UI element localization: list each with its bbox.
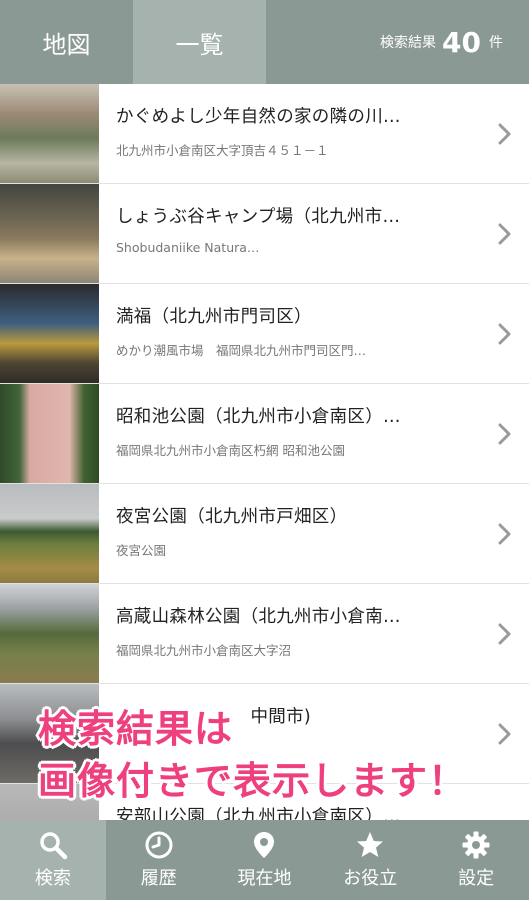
result-count-unit: 件 (489, 35, 503, 51)
item-subtitle: 福岡県北九州市小倉南区朽網 昭和池公園 (116, 443, 345, 458)
item-subtitle: 夜宮公園 (116, 543, 167, 558)
item-title: しょうぶ谷キャンプ場（北九州市… (116, 207, 401, 227)
star-icon (357, 832, 384, 857)
item-subtitle: めかり潮風市場 福岡県北九州市門司区門… (116, 343, 367, 358)
nav-search-label: 検索 (34, 868, 71, 889)
item-title: かぐめよし少年自然の家の隣の川… (116, 107, 401, 127)
chevron-right-icon (481, 84, 529, 183)
nav-current-location[interactable]: 現在地 (212, 820, 318, 900)
thumbnail-toilet-building-photo (0, 384, 99, 483)
result-count-label: 検索結果 (380, 35, 437, 51)
gear-icon (462, 831, 490, 859)
item-title: 満福（北九州市門司区） (116, 307, 312, 327)
thumbnail-shrine-gate-photo (0, 684, 99, 783)
result-count: 検索結果 40 件 (266, 0, 529, 84)
search-icon (40, 832, 68, 860)
item-title: 昭和池公園（北九州市小倉南区）… (116, 407, 401, 427)
list-item[interactable]: 昭和池公園（北九州市小倉南区）… 福岡県北九州市小倉南区朽網 昭和池公園 (0, 384, 529, 484)
chevron-right-icon (481, 684, 529, 783)
chevron-right-icon (481, 484, 529, 583)
chevron-right-icon (481, 584, 529, 683)
thumbnail-park-photo (0, 784, 99, 820)
nav-settings-label: 設定 (458, 868, 495, 889)
nav-settings[interactable]: 設定 (423, 820, 529, 900)
nav-history[interactable]: 履歴 (106, 820, 212, 900)
thumbnail-river-photo (0, 84, 99, 183)
list-item[interactable]: 中間市) (0, 684, 529, 784)
nav-useful-label: お役立 (343, 868, 398, 889)
item-title: 夜宮公園（北九州市戸畑区） (116, 507, 348, 527)
item-subtitle: 福岡県北九州市小倉南区大字沼 (116, 643, 292, 658)
header-bar: 地図 一覧 検索結果 40 件 (0, 0, 529, 84)
list-item[interactable]: かぐめよし少年自然の家の隣の川… 北九州市小倉南区大字頂吉４５１－１ (0, 84, 529, 184)
thumbnail-forest-park-photo (0, 584, 99, 683)
results-list: かぐめよし少年自然の家の隣の川… 北九州市小倉南区大字頂吉４５１－１ しょうぶ谷… (0, 84, 529, 820)
list-item[interactable]: しょうぶ谷キャンプ場（北九州市… Shobudaniike Natura… (0, 184, 529, 284)
item-title: 高蔵山森林公園（北九州市小倉南… (116, 607, 401, 627)
item-subtitle (116, 740, 481, 758)
nav-search[interactable]: 検索 (0, 820, 106, 900)
list-item[interactable]: 高蔵山森林公園（北九州市小倉南… 福岡県北九州市小倉南区大字沼 (0, 584, 529, 684)
list-item[interactable]: 安部山公園（北九州市小倉南区）… (0, 784, 529, 820)
nav-current-location-label: 現在地 (237, 868, 292, 889)
thumbnail-market-photo (0, 284, 99, 383)
nav-useful[interactable]: お役立 (317, 820, 423, 900)
tab-list[interactable]: 一覧 (133, 0, 266, 84)
item-title: 中間市) (250, 707, 311, 727)
thumbnail-campsite-photo (0, 184, 99, 283)
result-count-number: 40 (442, 25, 481, 59)
thumbnail-park-field-photo (0, 484, 99, 583)
chevron-right-icon (481, 284, 529, 383)
chevron-right-icon (481, 784, 529, 820)
tab-map[interactable]: 地図 (0, 0, 133, 84)
chevron-right-icon (481, 384, 529, 483)
item-title: 安部山公園（北九州市小倉南区）… (116, 807, 401, 820)
clock-icon (145, 831, 173, 859)
list-item[interactable]: 満福（北九州市門司区） めかり潮風市場 福岡県北九州市門司区門… (0, 284, 529, 384)
nav-history-label: 履歴 (140, 868, 177, 889)
list-item[interactable]: 夜宮公園（北九州市戸畑区） 夜宮公園 (0, 484, 529, 584)
bottom-nav: 検索 履歴 現在地 お役立 設定 (0, 820, 529, 900)
item-subtitle: Shobudaniike Natura… (116, 240, 260, 255)
chevron-right-icon (481, 184, 529, 283)
item-subtitle: 北九州市小倉南区大字頂吉４５１－１ (116, 143, 329, 158)
location-pin-icon (254, 832, 275, 858)
